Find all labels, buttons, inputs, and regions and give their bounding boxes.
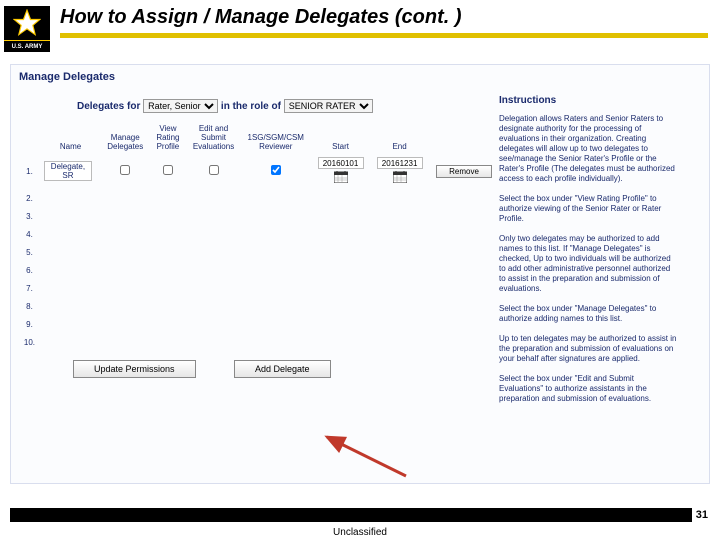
delegates-for-select[interactable]: Rater, Senior <box>143 99 218 113</box>
table-row: 4. <box>19 225 499 243</box>
title-underline <box>60 33 708 38</box>
sgm-checkbox[interactable] <box>271 165 281 175</box>
slide-title: How to Assign / Manage Delegates (cont. … <box>60 6 708 31</box>
table-row: 7. <box>19 279 499 297</box>
instructions-title: Instructions <box>499 95 679 106</box>
instruction-text: Up to ten delegates may be authorized to… <box>499 334 679 364</box>
star-icon <box>13 9 41 37</box>
table-row: 3. <box>19 207 499 225</box>
instruction-text: Only two delegates may be authorized to … <box>499 234 679 294</box>
role-select[interactable]: SENIOR RATER <box>284 99 373 113</box>
table-row: 6. <box>19 261 499 279</box>
calendar-icon[interactable] <box>393 171 407 183</box>
instructions-pane: Instructions Delegation allows Raters an… <box>499 95 679 414</box>
calendar-icon[interactable] <box>334 171 348 183</box>
col-start: Start <box>311 123 370 153</box>
army-logo: U.S. ARMY <box>4 6 50 52</box>
remove-button[interactable]: Remove <box>436 165 492 178</box>
instruction-text: Delegation allows Raters and Senior Rate… <box>499 114 679 184</box>
in-role-label: in the role of <box>221 101 281 112</box>
table-row: 9. <box>19 315 499 333</box>
logo-subtext: U.S. ARMY <box>4 40 50 52</box>
view-checkbox[interactable] <box>163 165 173 175</box>
content-panel: Manage Delegates Delegates for Rater, Se… <box>10 64 710 484</box>
edit-checkbox[interactable] <box>209 165 219 175</box>
col-view: View Rating Profile <box>149 123 186 153</box>
table-header-row: Name Manage Delegates View Rating Profil… <box>19 123 499 153</box>
delegate-name[interactable]: Delegate, SR <box>44 161 92 181</box>
col-manage: Manage Delegates <box>101 123 149 153</box>
col-sgm: 1SG/SGM/CSM Reviewer <box>241 123 312 153</box>
table-row: 10. <box>19 333 499 351</box>
delegates-for-label: Delegates for <box>77 101 140 112</box>
slide-header: U.S. ARMY How to Assign / Manage Delegat… <box>0 0 720 52</box>
end-date-input[interactable] <box>377 157 423 169</box>
start-date-input[interactable] <box>318 157 364 169</box>
delegates-table: Name Manage Delegates View Rating Profil… <box>19 123 499 351</box>
col-name: Name <box>40 123 101 153</box>
instruction-text: Select the box under "View Rating Profil… <box>499 194 679 224</box>
instruction-text: Select the box under "Manage Delegates" … <box>499 304 679 324</box>
pointer-arrow-icon <box>321 431 411 481</box>
footer-buttons: Update Permissions Add Delegate <box>73 359 499 378</box>
table-row: 8. <box>19 297 499 315</box>
classification-label: Unclassified <box>0 527 720 538</box>
col-edit: Edit and Submit Evaluations <box>187 123 241 153</box>
table-row: 2. <box>19 189 499 207</box>
row-num: 1. <box>19 153 40 189</box>
col-end: End <box>370 123 429 153</box>
panel-title: Manage Delegates <box>19 71 701 83</box>
selector-row: Delegates for Rater, Senior in the role … <box>77 99 499 113</box>
instruction-text: Select the box under "Edit and Submit Ev… <box>499 374 679 404</box>
manage-checkbox[interactable] <box>120 165 130 175</box>
table-row: 1. Delegate, SR <box>19 153 499 189</box>
footer-bar <box>10 508 710 522</box>
table-row: 5. <box>19 243 499 261</box>
update-permissions-button[interactable]: Update Permissions <box>73 360 196 378</box>
page-number: 31 <box>692 508 712 522</box>
add-delegate-button[interactable]: Add Delegate <box>234 360 331 378</box>
left-pane: Delegates for Rater, Senior in the role … <box>19 95 499 414</box>
